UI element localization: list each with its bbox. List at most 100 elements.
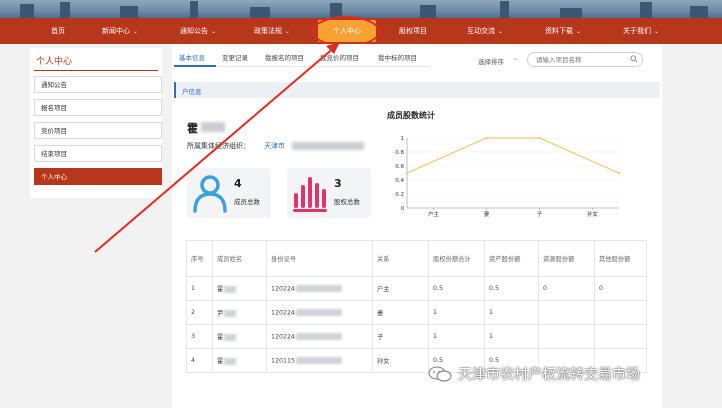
table-header-row: 序号 成员姓名 身份证号 关系 股权份额合计 资产股份额 资源股份额 其他股份额 [186,240,647,277]
nav-item-policies[interactable]: 政策法规 ⌄ [244,18,300,44]
header-banner [0,0,722,18]
cell-name: 尹 [212,300,267,325]
name-text: 霍 [217,334,224,341]
member-shares-chart: 0 0.2 0.4 0.6 0.8 1 户主 妻 子 孙女 [395,136,621,218]
tab-basic-info[interactable]: 基本信息 [179,52,205,62]
banner-building [420,5,436,18]
sidebar-title: 个人中心 [36,57,73,67]
table-header: 其他股份额 [594,240,647,277]
cell-name: 霍 [212,348,267,373]
banner-building [120,6,138,18]
nav-item-label: 新闻中心 [101,27,130,35]
cell-no: 2 [186,300,213,325]
tab-change-log[interactable]: 变更记录 [222,52,248,62]
share-count-card: 3 股权总数 [287,168,371,218]
table-row: 1 霍 120224 户主 0.5 0.5 0 0 [186,276,647,301]
cell-asset: 1 [484,300,539,325]
nav-item-label: 首页 [51,27,65,35]
cell-resource: 0 [538,276,595,301]
nav-item-label: 个人中心 [333,27,361,35]
redaction-blur [296,284,343,292]
cell-relation: 子 [372,324,429,349]
people-icon [193,175,227,213]
nav-item-equity-projects[interactable]: 股权项目 [390,18,436,44]
redaction-blur [296,332,343,340]
tab-my-bids[interactable]: 我竞价的项目 [320,52,359,62]
chevron-down-icon: ⌄ [210,28,217,35]
sidebar-item-notices[interactable]: 通知公告 [34,76,162,93]
redaction-blur [224,333,237,341]
sidebar: 个人中心 通知公告 报名项目 竞价项目 结束项目 个人中心 [30,48,162,198]
series-line [406,137,620,174]
table-row: 3 霍 120224 子 1 1 [186,324,647,349]
sidebar-item-personal-center[interactable]: 个人中心 [34,168,162,185]
search-icon[interactable] [630,55,638,63]
redaction-blur [224,309,237,317]
cell-total: 0.5 [428,276,485,301]
data-point [485,136,488,140]
name-text: 尹 [217,310,224,317]
cell-id: 120224 [266,276,373,301]
banner-building [330,3,342,18]
nav-item-personal-center[interactable]: 个人中心 [318,20,376,42]
table-header: 股权份额合计 [428,240,485,277]
member-count: 4 [234,177,242,190]
tab-active-indicator [174,65,216,67]
data-point [405,171,409,175]
member-name: 霍 [187,122,198,135]
cell-no: 3 [186,324,213,349]
tab-my-registered[interactable]: 我报名的项目 [265,52,304,62]
nav-item-interaction[interactable]: 互动交流 ⌄ [456,18,514,44]
banner-building [500,1,509,18]
chevron-down-icon[interactable]: ⌄ [513,55,518,62]
cell-asset: 1 [484,324,539,349]
sidebar-item-finished-projects[interactable]: 结束项目 [34,145,162,162]
cell-id: 120115 [266,348,373,373]
search-input[interactable] [527,52,643,67]
main-nav: 首页 新闻中心 ⌄ 通知公告 ⌄ 政策法规 ⌄ 个人中心 股权项目 互动交流 ⌄ 资料下… [0,18,722,44]
watermark: 天津市农村产权流转交易市场 [428,364,640,384]
table-header: 资源股份额 [538,240,595,277]
table-header: 关系 [372,240,429,277]
banner-building [190,1,198,18]
sidebar-item-registered-projects[interactable]: 报名项目 [34,99,162,116]
nav-item-downloads[interactable]: 资料下载 ⌄ [534,18,592,44]
cell-id: 120224 [266,300,373,325]
cell-resource [538,300,595,325]
x-tick-label: 子 [537,211,543,218]
tab-my-won[interactable]: 我中标的项目 [378,52,417,62]
table-row: 2 尹 120224 妻 1 1 [186,300,647,325]
nav-item-home[interactable]: 首页 [40,18,76,44]
cell-total: 1 [428,300,485,325]
x-tick-label: 户主 [428,210,440,218]
nav-item-news[interactable]: 新闻中心 ⌄ [92,18,148,44]
banner-building [560,8,582,18]
sidebar-item-bidding-projects[interactable]: 竞价项目 [34,122,162,139]
nav-item-label: 股权项目 [399,27,427,35]
y-tick-label: 0.2 [395,192,404,198]
chevron-down-icon: ⌄ [653,28,660,35]
y-tick-label: 1 [401,136,405,142]
section-header: 户信息 [174,82,660,98]
sort-select[interactable]: 选择排序 [478,56,504,66]
y-tick-label: 0.4 [395,178,404,184]
org-label: 所属集体经济组织： [187,142,250,150]
chevron-down-icon: ⌄ [575,28,582,35]
section-title: 户信息 [182,88,202,96]
nav-item-notices[interactable]: 通知公告 ⌄ [168,18,228,44]
redaction-blur [201,122,225,132]
y-tick-label: 0 [401,206,405,212]
sidebar-divider [34,70,158,71]
members-table: 序号 成员姓名 身份证号 关系 股权份额合计 资产股份额 资源股份额 其他股份额… [186,240,647,373]
x-tick-label: 孙女 [587,210,599,218]
cell-name: 霍 [212,324,267,349]
banner-building [20,4,34,18]
name-text: 霍 [217,358,224,365]
id-text: 120115 [271,357,296,365]
nav-item-about[interactable]: 关于我们 ⌄ [612,18,670,44]
nav-item-label: 互动交流 [466,27,495,35]
nav-item-label: 通知公告 [179,27,208,35]
chevron-down-icon: ⌄ [132,28,139,35]
data-point [617,171,621,175]
cell-other [594,300,647,325]
